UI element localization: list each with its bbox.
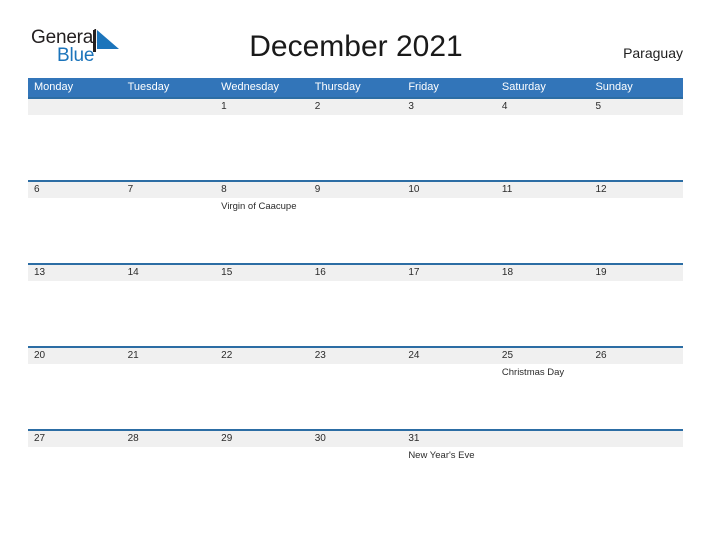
day-event: Christmas Day [501, 367, 565, 378]
week-date-strip: 6 7 8 9 10 11 12 [28, 180, 683, 198]
day-number[interactable]: 26 [589, 348, 683, 364]
weekday-sunday: Sunday [595, 81, 633, 93]
day-event [589, 198, 683, 263]
day-event [28, 447, 122, 462]
day-event [215, 281, 309, 346]
day-number[interactable]: 19 [589, 265, 683, 281]
region-label: Paraguay [623, 45, 683, 61]
day-number[interactable]: 21 [122, 348, 216, 364]
day-event [496, 281, 590, 346]
week-date-strip: 27 28 29 30 31 [28, 429, 683, 447]
day-event: New Year's Eve [408, 450, 475, 461]
day-number[interactable]: 10 [402, 182, 496, 198]
day-number[interactable]: 15 [215, 265, 309, 281]
day-number[interactable]: 22 [215, 348, 309, 364]
day-event [122, 364, 216, 429]
day-number[interactable]: 28 [122, 431, 216, 447]
calendar-week-row: 13 14 15 16 17 18 19 [28, 263, 683, 346]
week-event-strip: Christmas Day [28, 364, 683, 429]
week-date-strip: 20 21 22 23 24 25 26 [28, 346, 683, 364]
day-number[interactable]: 7 [122, 182, 216, 198]
day-number[interactable]: 1 [215, 99, 309, 115]
day-number[interactable]: 18 [496, 265, 590, 281]
day-event [589, 115, 683, 180]
calendar-week-row: 6 7 8 9 10 11 12 Virgin of Caacupe [28, 180, 683, 263]
week-event-strip [28, 115, 683, 180]
day-number[interactable]: 29 [215, 431, 309, 447]
day-event [215, 447, 309, 462]
day-event [496, 115, 590, 180]
day-number[interactable]: 14 [122, 265, 216, 281]
day-event [309, 115, 403, 180]
calendar-grid: Monday Tuesday Wednesday Thursday Friday… [28, 78, 683, 462]
day-event [402, 115, 496, 180]
day-number[interactable]: 3 [402, 99, 496, 115]
day-event [402, 281, 496, 346]
page-title: December 2021 [249, 30, 463, 63]
day-number[interactable]: 11 [496, 182, 590, 198]
day-event [589, 281, 683, 346]
day-event [589, 364, 683, 429]
day-event [309, 198, 403, 263]
weekday-wednesday: Wednesday [221, 81, 280, 93]
weekday-saturday: Saturday [501, 81, 546, 93]
day-event [215, 364, 309, 429]
week-date-strip: 1 2 3 4 5 [28, 97, 683, 115]
day-event [309, 447, 403, 462]
day-event [309, 281, 403, 346]
day-event [122, 115, 216, 180]
day-number[interactable]: 9 [309, 182, 403, 198]
week-event-strip: Virgin of Caacupe [28, 198, 683, 263]
day-event [28, 364, 122, 429]
day-number[interactable]: 4 [496, 99, 590, 115]
week-event-strip [28, 281, 683, 346]
day-number[interactable]: 2 [309, 99, 403, 115]
day-number[interactable]: 30 [309, 431, 403, 447]
day-event [28, 198, 122, 263]
week-event-strip: New Year's Eve [28, 447, 683, 462]
day-event [28, 115, 122, 180]
day-event [496, 198, 590, 263]
day-event [589, 447, 683, 462]
day-number[interactable]: 13 [28, 265, 122, 281]
day-number[interactable]: 6 [28, 182, 122, 198]
day-event [496, 447, 590, 462]
day-number[interactable]: 31 [402, 431, 496, 447]
day-event [402, 198, 496, 263]
day-number[interactable]: 8 [215, 182, 309, 198]
calendar-week-row: 27 28 29 30 31 New Year's Eve [28, 429, 683, 462]
weekday-header-row: Monday Tuesday Wednesday Thursday Friday… [28, 78, 683, 97]
weekday-thursday: Thursday [314, 81, 361, 93]
weekday-friday: Friday [408, 81, 439, 93]
day-event [402, 364, 496, 429]
day-event [215, 115, 309, 180]
day-number[interactable]: 16 [309, 265, 403, 281]
day-number[interactable] [589, 431, 683, 447]
page-header: General Blue December 2021 Paraguay [0, 0, 712, 65]
day-number[interactable]: 23 [309, 348, 403, 364]
day-number[interactable]: 20 [28, 348, 122, 364]
day-number[interactable]: 24 [402, 348, 496, 364]
weekday-tuesday: Tuesday [127, 81, 170, 93]
day-number[interactable] [496, 431, 590, 447]
day-number[interactable] [122, 99, 216, 115]
weekday-monday: Monday [34, 81, 74, 93]
day-number[interactable]: 25 [496, 348, 590, 364]
day-number[interactable]: 17 [402, 265, 496, 281]
week-date-strip: 13 14 15 16 17 18 19 [28, 263, 683, 281]
day-number[interactable]: 12 [589, 182, 683, 198]
day-event [122, 198, 216, 263]
day-event [122, 281, 216, 346]
day-number[interactable]: 5 [589, 99, 683, 115]
calendar-week-row: 20 21 22 23 24 25 26 Christmas Day [28, 346, 683, 429]
day-number[interactable] [28, 99, 122, 115]
day-event [122, 447, 216, 462]
calendar-week-row: 1 2 3 4 5 [28, 97, 683, 180]
day-event [309, 364, 403, 429]
day-event [28, 281, 122, 346]
day-number[interactable]: 27 [28, 431, 122, 447]
day-event: Virgin of Caacupe [221, 201, 297, 212]
